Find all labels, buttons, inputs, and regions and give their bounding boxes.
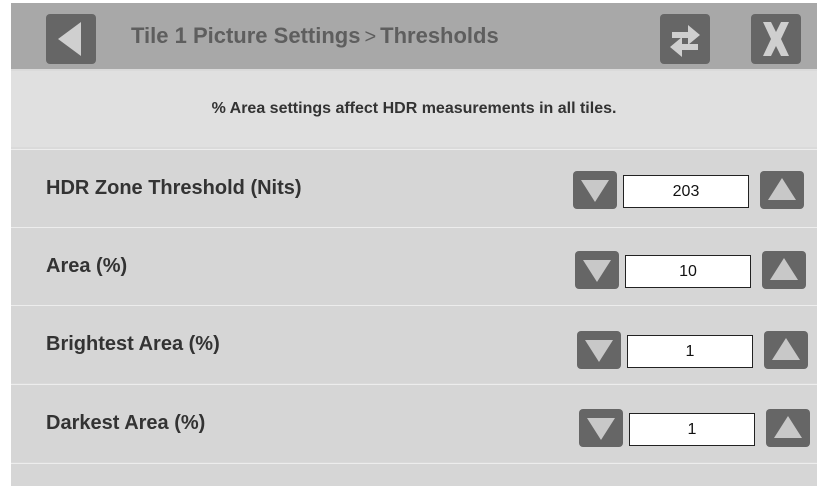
value-field[interactable]: 1: [627, 335, 753, 368]
value-field[interactable]: 10: [625, 255, 751, 288]
increment-button[interactable]: [766, 409, 810, 447]
up-triangle-icon: [772, 338, 800, 360]
header-bar: Tile 1 Picture Settings > Thresholds: [11, 3, 817, 69]
setting-row-hdr-zone-threshold: HDR Zone Threshold (Nits) 203: [11, 149, 817, 227]
decrement-button[interactable]: [579, 409, 623, 447]
setting-label: Area (%): [46, 255, 128, 277]
subtitle-text: Thresholds: [380, 23, 499, 48]
up-triangle-icon: [770, 258, 798, 280]
setting-row-darkest-area: Darkest Area (%) 1: [11, 384, 817, 462]
decrement-button[interactable]: [575, 251, 619, 289]
empty-row: [11, 463, 817, 486]
close-button[interactable]: [751, 14, 801, 64]
breadcrumb-separator: >: [364, 26, 377, 48]
swap-button[interactable]: [660, 14, 710, 64]
increment-button[interactable]: [762, 251, 806, 289]
setting-label: Darkest Area (%): [46, 412, 206, 434]
setting-label: Brightest Area (%): [46, 333, 220, 355]
down-triangle-icon: [587, 418, 615, 440]
setting-row-area: Area (%) 10: [11, 227, 817, 305]
down-triangle-icon: [581, 180, 609, 202]
settings-panel: Tile 1 Picture Settings > Thresholds % Are…: [11, 3, 817, 486]
decrement-button[interactable]: [577, 331, 621, 369]
up-triangle-icon: [768, 178, 796, 200]
notice-text: % Area settings affect HDR measurements …: [11, 71, 817, 147]
up-triangle-icon: [774, 416, 802, 438]
back-button[interactable]: [46, 14, 96, 64]
swap-arrows-icon: [670, 25, 700, 57]
setting-label: HDR Zone Threshold (Nits): [46, 177, 302, 199]
title-text: Tile 1 Picture Settings: [131, 23, 361, 48]
back-arrow-icon: [58, 22, 81, 56]
value-field[interactable]: 203: [623, 175, 749, 208]
page-title: Tile 1 Picture Settings > Thresholds: [131, 23, 499, 49]
value-field[interactable]: 1: [629, 413, 755, 446]
increment-button[interactable]: [760, 171, 804, 209]
down-triangle-icon: [585, 340, 613, 362]
setting-row-brightest-area: Brightest Area (%) 1: [11, 305, 817, 383]
down-triangle-icon: [583, 260, 611, 282]
decrement-button[interactable]: [573, 171, 617, 209]
increment-button[interactable]: [764, 331, 808, 369]
close-x-icon: [763, 22, 789, 56]
